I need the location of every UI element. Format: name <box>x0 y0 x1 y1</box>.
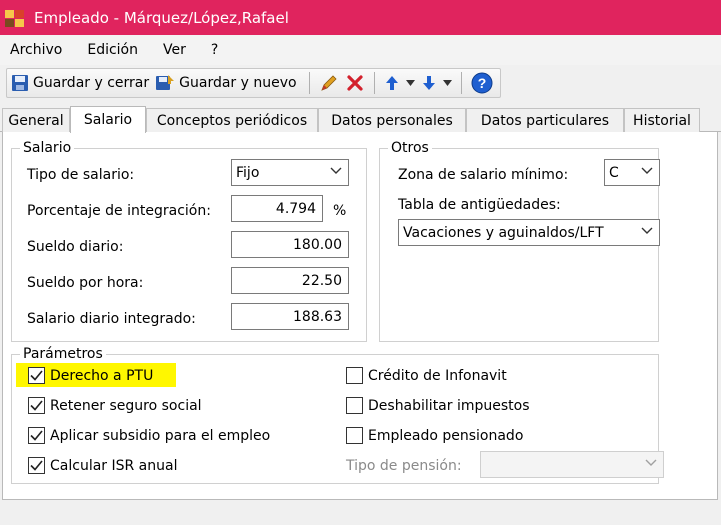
arrow-up-icon <box>385 76 398 90</box>
sueldo-hora-label: Sueldo por hora: <box>27 275 144 291</box>
tab-general[interactable]: General <box>2 108 70 132</box>
menu-archivo[interactable]: Archivo <box>10 42 62 58</box>
checkbox-checked <box>28 397 45 414</box>
salario-group-title: Salario <box>20 140 75 156</box>
salario-diario-integrado-label: Salario diario integrado: <box>27 311 196 327</box>
tipo-salario-select[interactable]: Fijo <box>231 159 349 186</box>
toolbar: Guardar y cerrar Guardar y nuevo ? <box>0 65 721 101</box>
zona-salario-label: Zona de salario mínimo: <box>398 167 569 183</box>
sueldo-hora-input[interactable]: 22.50 <box>231 267 349 294</box>
sueldo-diario-input[interactable]: 180.00 <box>231 231 349 258</box>
tab-datos-particulares[interactable]: Datos particulares <box>466 108 624 132</box>
checkmark-icon <box>30 400 43 411</box>
zona-salario-select[interactable]: C <box>604 159 660 186</box>
toolbar-separator <box>373 72 375 94</box>
toolbar-separator <box>308 72 310 94</box>
porcentaje-integracion-input[interactable]: 4.794 <box>231 195 323 222</box>
delete-button[interactable] <box>345 73 365 93</box>
menu-bar: Archivo Edición Ver ? <box>0 35 721 65</box>
svg-text:?: ? <box>477 75 486 91</box>
tabla-antiguedades-label: Tabla de antigüedades: <box>398 197 561 213</box>
porcentaje-integracion-label: Porcentaje de integración: <box>27 203 211 219</box>
checkbox-unchecked <box>346 427 363 444</box>
menu-ver[interactable]: Ver <box>163 42 186 58</box>
parametros-group-title: Parámetros <box>20 346 106 362</box>
arrow-down-icon <box>422 76 435 90</box>
move-up-button[interactable] <box>384 74 400 92</box>
move-up-dropdown[interactable] <box>405 80 415 86</box>
credito-infonavit-checkbox[interactable]: Crédito de Infonavit <box>346 367 507 384</box>
derecho-ptu-checkbox[interactable]: Derecho a PTU <box>28 367 153 384</box>
tab-salario[interactable]: Salario <box>70 106 146 133</box>
help-icon: ? <box>471 72 493 94</box>
deshabilitar-impuestos-checkbox[interactable]: Deshabilitar impuestos <box>346 397 530 414</box>
checkbox-unchecked <box>346 397 363 414</box>
tab-historial[interactable]: Historial <box>624 108 700 132</box>
checkbox-checked <box>28 367 45 384</box>
checkmark-icon <box>30 430 43 441</box>
menu-help[interactable]: ? <box>211 42 218 58</box>
checkbox-checked <box>28 457 45 474</box>
dropdown-arrow-icon <box>442 80 452 86</box>
title-bar: Empleado - Márquez/López,Rafael <box>0 0 721 35</box>
aplicar-subsidio-checkbox[interactable]: Aplicar subsidio para el empleo <box>28 427 270 444</box>
menu-edicion[interactable]: Edición <box>87 42 138 58</box>
save-new-label: Guardar y nuevo <box>179 75 297 91</box>
calcular-isr-checkbox[interactable]: Calcular ISR anual <box>28 457 177 474</box>
tipo-salario-label: Tipo de salario: <box>27 167 135 183</box>
chevron-down-icon <box>330 167 342 174</box>
save-new-button[interactable]: Guardar y nuevo <box>155 74 297 92</box>
tabla-antiguedades-select[interactable]: Vacaciones y aguinaldos/LFT <box>398 219 660 246</box>
toolbar-separator <box>460 72 462 94</box>
edit-button[interactable] <box>319 73 339 93</box>
app-icon <box>4 7 26 29</box>
otros-group: Otros Zona de salario mínimo: C Tabla de… <box>379 140 660 342</box>
move-down-dropdown[interactable] <box>442 80 452 86</box>
chevron-down-icon <box>641 167 653 174</box>
delete-x-icon <box>346 75 363 91</box>
checkbox-unchecked <box>346 367 363 384</box>
tab-panel-salario: Salario Tipo de salario: Fijo Porcentaje… <box>2 132 718 500</box>
otros-group-title: Otros <box>388 140 432 156</box>
tipo-pension-label: Tipo de pensión: <box>346 458 462 474</box>
save-close-button[interactable]: Guardar y cerrar <box>11 74 149 92</box>
salario-diario-integrado-input[interactable]: 188.63 <box>231 303 349 330</box>
sueldo-diario-label: Sueldo diario: <box>27 239 124 255</box>
tab-datos-personales[interactable]: Datos personales <box>318 108 466 132</box>
checkmark-icon <box>30 460 43 471</box>
chevron-down-icon <box>641 227 653 234</box>
percent-unit: % <box>333 203 347 219</box>
tab-strip: General Salario Conceptos periódicos Dat… <box>0 106 721 133</box>
salario-group: Salario Tipo de salario: Fijo Porcentaje… <box>11 140 367 342</box>
checkbox-checked <box>28 427 45 444</box>
save-icon <box>12 75 28 91</box>
retener-seguro-social-checkbox[interactable]: Retener seguro social <box>28 397 202 414</box>
tab-conceptos-periodicos[interactable]: Conceptos periódicos <box>146 108 318 132</box>
save-new-icon <box>156 75 175 90</box>
help-button[interactable]: ? <box>471 72 493 94</box>
tipo-pension-select[interactable] <box>480 451 664 478</box>
window-title: Empleado - Márquez/López,Rafael <box>34 8 289 27</box>
toolbar-strip: Guardar y cerrar Guardar y nuevo ? <box>6 68 501 98</box>
move-down-button[interactable] <box>421 74 437 92</box>
checkmark-icon <box>30 370 43 381</box>
save-close-label: Guardar y cerrar <box>33 75 150 91</box>
empleado-pensionado-checkbox[interactable]: Empleado pensionado <box>346 427 523 444</box>
chevron-down-icon <box>645 459 657 466</box>
dropdown-arrow-icon <box>405 80 415 86</box>
pencil-icon <box>320 75 337 91</box>
parametros-group: Parámetros Derecho a PTU Retener seguro … <box>11 346 664 484</box>
